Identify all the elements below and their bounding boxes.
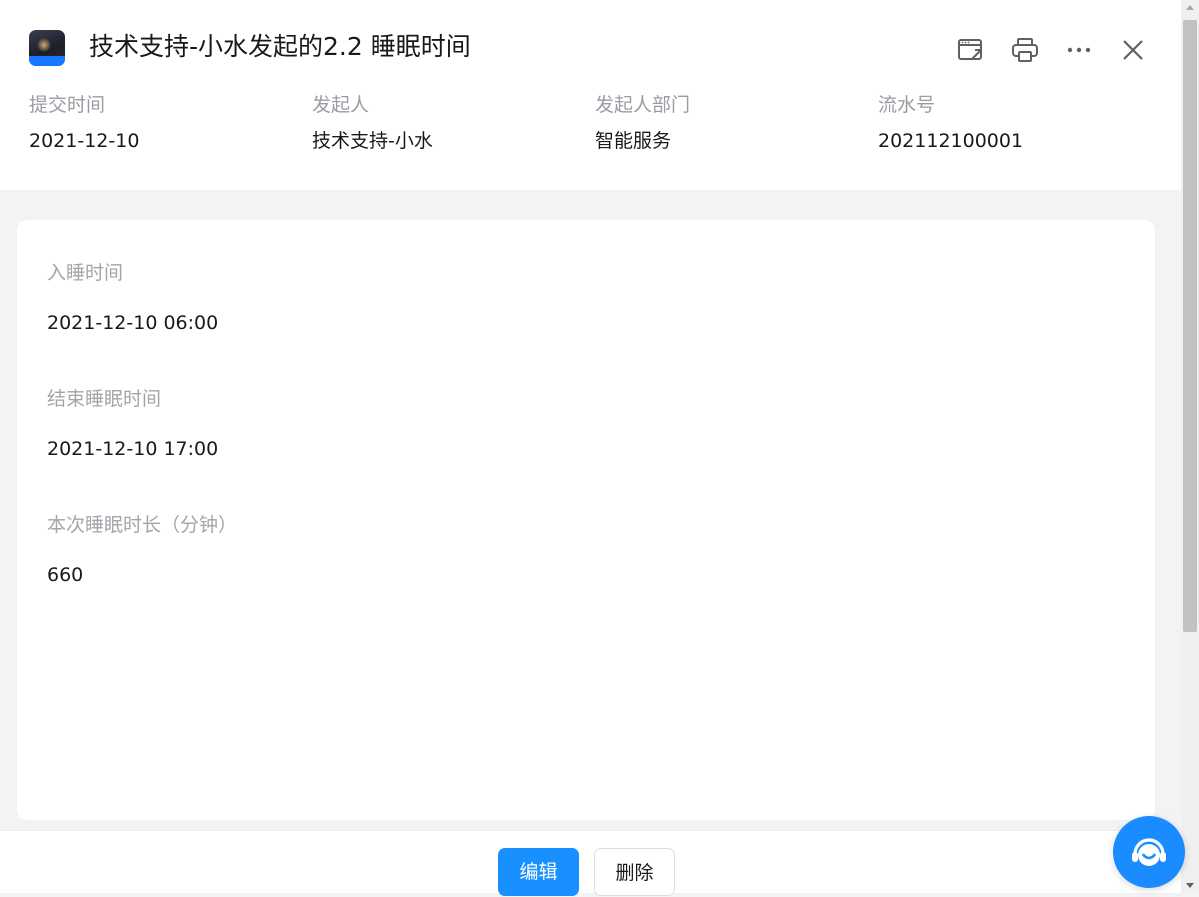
meta-label: 提交时间 bbox=[29, 94, 106, 116]
meta-value: 202112100001 bbox=[878, 130, 1024, 152]
header-toolbar bbox=[935, 32, 1151, 68]
field-value: 2021-12-10 17:00 bbox=[47, 438, 219, 460]
field-label: 入睡时间 bbox=[47, 262, 124, 284]
open-in-window-icon bbox=[958, 39, 982, 60]
field-label: 本次睡眠时长（分钟） bbox=[47, 514, 238, 536]
meta-value: 智能服务 bbox=[595, 130, 672, 152]
field-label: 结束睡眠时间 bbox=[47, 388, 162, 410]
action-footer: 编辑 删除 bbox=[0, 830, 1181, 896]
close-button[interactable] bbox=[1115, 32, 1151, 68]
page-title: 技术支持-小水发起的2.2 睡眠时间 bbox=[89, 32, 471, 61]
print-button[interactable] bbox=[1007, 32, 1043, 68]
vertical-scrollbar[interactable] bbox=[1181, 0, 1199, 893]
meta-label: 发起人部门 bbox=[595, 94, 691, 116]
customer-support-button[interactable] bbox=[1113, 816, 1185, 888]
close-icon bbox=[1123, 40, 1143, 60]
edit-button[interactable]: 编辑 bbox=[498, 848, 579, 896]
meta-submit-time: 提交时间 2021-12-10 bbox=[29, 92, 312, 154]
meta-department: 发起人部门 智能服务 bbox=[595, 92, 878, 154]
meta-label: 发起人 bbox=[312, 94, 370, 116]
form-card: 入睡时间 2021-12-10 06:00 结束睡眠时间 2021-12-10 … bbox=[17, 220, 1155, 820]
scroll-up-arrow-icon[interactable] bbox=[1186, 5, 1194, 10]
meta-info: 提交时间 2021-12-10 发起人 技术支持-小水 发起人部门 智能服务 流… bbox=[29, 92, 1161, 154]
meta-value: 技术支持-小水 bbox=[312, 130, 433, 152]
app-avatar-icon bbox=[29, 30, 65, 66]
meta-initiator: 发起人 技术支持-小水 bbox=[312, 92, 595, 154]
field-sleep-duration: 本次睡眠时长（分钟） 660 bbox=[47, 512, 237, 588]
headset-icon bbox=[1132, 838, 1166, 866]
scrollbar-thumb[interactable] bbox=[1183, 20, 1197, 632]
meta-label: 流水号 bbox=[878, 94, 936, 116]
field-value: 2021-12-10 06:00 bbox=[47, 312, 219, 334]
meta-serial-no: 流水号 202112100001 bbox=[878, 92, 1161, 154]
field-sleep-start: 入睡时间 2021-12-10 06:00 bbox=[47, 260, 218, 336]
approval-detail-window: 技术支持-小水发起的2.2 睡眠时间 提交时间 2021-12-10 发起人 技… bbox=[0, 0, 1181, 896]
avatar-glow bbox=[37, 38, 51, 52]
field-value: 660 bbox=[47, 564, 84, 586]
open-in-window-button[interactable] bbox=[953, 32, 989, 68]
avatar-badge bbox=[29, 56, 65, 66]
delete-button[interactable]: 删除 bbox=[594, 848, 675, 896]
detail-header: 技术支持-小水发起的2.2 睡眠时间 提交时间 2021-12-10 发起人 技… bbox=[0, 0, 1181, 190]
scroll-down-arrow-icon[interactable] bbox=[1186, 883, 1194, 888]
meta-value: 2021-12-10 bbox=[29, 130, 140, 152]
field-sleep-end: 结束睡眠时间 2021-12-10 17:00 bbox=[47, 386, 218, 462]
printer-icon bbox=[1012, 38, 1038, 62]
more-button[interactable] bbox=[1061, 32, 1097, 68]
more-icon bbox=[1067, 47, 1091, 53]
